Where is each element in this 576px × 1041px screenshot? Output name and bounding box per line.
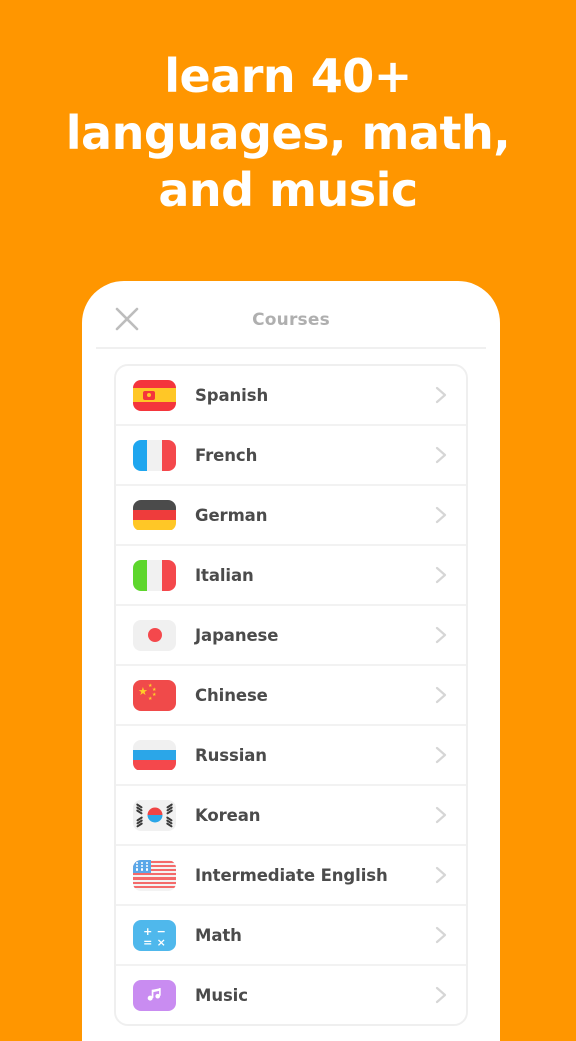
chevron-right-icon[interactable] <box>432 923 450 947</box>
chevron-right-icon[interactable] <box>432 983 450 1007</box>
math-symbol-equals: = <box>143 935 153 949</box>
chevron-right-icon[interactable] <box>432 863 450 887</box>
course-row-french[interactable]: French <box>116 426 466 486</box>
course-label: German <box>195 505 268 525</box>
chevron-right-icon[interactable] <box>432 443 450 467</box>
flag-china-icon: ★ ★ ★ ★ ★ <box>133 679 176 711</box>
course-row-spanish[interactable]: Spanish <box>116 366 466 426</box>
course-list: Spanish French German Italian Japanese ★… <box>114 364 468 1026</box>
course-label: Italian <box>195 565 254 585</box>
flag-italy-icon <box>133 559 176 591</box>
chevron-right-icon[interactable] <box>432 503 450 527</box>
math-symbol-minus: − <box>156 924 166 938</box>
course-label: Math <box>195 925 242 945</box>
chevron-right-icon[interactable] <box>432 683 450 707</box>
music-note-icon <box>133 979 176 1011</box>
course-label: Russian <box>195 745 267 765</box>
flag-usa-icon <box>133 859 176 891</box>
course-label: Spanish <box>195 385 269 405</box>
course-row-japanese[interactable]: Japanese <box>116 606 466 666</box>
page-title: learn 40+ languages, math, and music <box>65 49 511 217</box>
chevron-right-icon[interactable] <box>432 623 450 647</box>
chevron-right-icon[interactable] <box>432 743 450 767</box>
course-row-chinese[interactable]: ★ ★ ★ ★ ★ Chinese <box>116 666 466 726</box>
course-label: Chinese <box>195 685 268 705</box>
course-label: Intermediate English <box>195 865 388 885</box>
flag-russia-icon <box>133 739 176 771</box>
flag-germany-icon <box>133 499 176 531</box>
page-header-title: Courses <box>252 310 330 330</box>
chevron-right-icon[interactable] <box>432 803 450 827</box>
flag-spain-icon <box>133 379 176 411</box>
chevron-right-icon[interactable] <box>432 383 450 407</box>
navbar: Courses <box>96 281 486 349</box>
course-row-math[interactable]: + − = × Math <box>116 906 466 966</box>
course-label: Music <box>195 985 248 1005</box>
chevron-right-icon[interactable] <box>432 563 450 587</box>
course-row-intermediate-english[interactable]: Intermediate English <box>116 846 466 906</box>
course-row-russian[interactable]: Russian <box>116 726 466 786</box>
phone-mockup: Courses Spanish French German Italian Ja… <box>82 281 500 1041</box>
course-label: Korean <box>195 805 261 825</box>
course-row-music[interactable]: Music <box>116 966 466 1024</box>
flag-japan-icon <box>133 619 176 651</box>
course-label: Japanese <box>195 625 279 645</box>
course-row-italian[interactable]: Italian <box>116 546 466 606</box>
flag-korea-icon <box>133 799 176 831</box>
course-label: French <box>195 445 258 465</box>
math-symbol-plus: + <box>143 924 153 938</box>
math-symbol-times: × <box>156 935 166 949</box>
course-row-korean[interactable]: Korean <box>116 786 466 846</box>
flag-france-icon <box>133 439 176 471</box>
course-row-german[interactable]: German <box>116 486 466 546</box>
math-icon: + − = × <box>133 919 176 951</box>
